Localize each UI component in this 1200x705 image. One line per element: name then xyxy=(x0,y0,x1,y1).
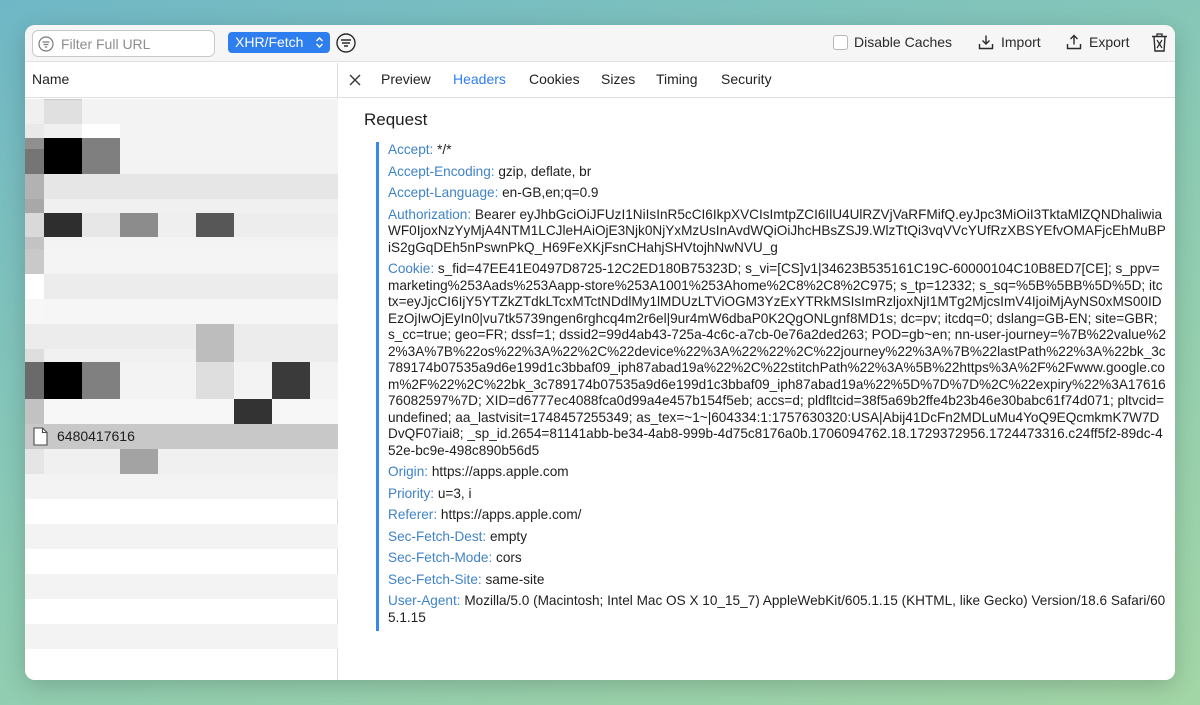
list-item[interactable] xyxy=(25,274,338,299)
header-row: Accept: */* xyxy=(388,142,1166,159)
url-filter[interactable] xyxy=(32,30,215,57)
header-value: Bearer eyJhbGciOiJFUzI1NiIsInR5cCI6IkpXV… xyxy=(388,206,1166,255)
network-toolbar: XHR/Fetch Disable Caches Import xyxy=(25,25,1175,62)
name-column-header[interactable]: Name xyxy=(25,63,337,98)
import-button[interactable]: Import xyxy=(978,34,1041,52)
header-value: https://apps.apple.com xyxy=(431,464,569,479)
filter-options-icon[interactable] xyxy=(336,33,356,53)
list-item[interactable] xyxy=(25,624,338,649)
filter-icon xyxy=(38,36,54,52)
list-item[interactable] xyxy=(25,574,338,599)
list-item[interactable] xyxy=(25,124,338,149)
header-row: Origin: https://apps.apple.com xyxy=(388,464,1166,481)
header-value: s_fid=47EE41E0497D8725-12C2ED180B75323D;… xyxy=(388,261,1167,458)
resource-type-select[interactable]: XHR/Fetch xyxy=(228,32,330,53)
header-value: u=3, i xyxy=(437,485,472,501)
header-row: Accept-Encoding: gzip, deflate, br xyxy=(388,164,1166,181)
import-icon xyxy=(978,35,994,50)
import-label: Import xyxy=(1001,34,1041,50)
updown-chevron-icon xyxy=(316,37,323,48)
header-key: Priority: xyxy=(388,485,435,501)
clear-log-trash-icon[interactable] xyxy=(1151,33,1168,52)
details-tab-bar: Preview Headers Cookies Sizes Timing Sec… xyxy=(339,63,1175,98)
header-value: https://apps.apple.com/ xyxy=(440,507,582,522)
tab-sizes[interactable]: Sizes xyxy=(601,71,635,87)
header-key: Sec-Fetch-Dest: xyxy=(388,528,487,544)
header-value: cors xyxy=(496,550,522,565)
list-item[interactable] xyxy=(25,174,338,199)
header-value: Mozilla/5.0 (Macintosh; Intel Mac OS X 1… xyxy=(388,593,1166,625)
list-item[interactable] xyxy=(25,499,338,524)
list-item[interactable] xyxy=(25,524,338,549)
header-value: gzip, deflate, br xyxy=(498,163,592,179)
header-row: Cookie: s_fid=47EE41E0497D8725-12C2ED180… xyxy=(388,261,1166,459)
export-icon xyxy=(1066,34,1082,50)
request-list-pane: Name 6480417616 xyxy=(25,63,338,680)
tab-security[interactable]: Security xyxy=(721,71,772,87)
list-item[interactable] xyxy=(25,374,338,399)
list-item[interactable] xyxy=(25,199,338,224)
header-row: Authorization: Bearer eyJhbGciOiJFUzI1Ni… xyxy=(388,207,1166,257)
request-details-pane: Preview Headers Cookies Sizes Timing Sec… xyxy=(339,63,1175,680)
header-key: Authorization: xyxy=(388,206,472,222)
header-row: Sec-Fetch-Mode: cors xyxy=(388,550,1166,567)
list-item[interactable] xyxy=(25,449,338,474)
header-value: same-site xyxy=(485,571,545,587)
header-row: Sec-Fetch-Dest: empty xyxy=(388,529,1166,546)
header-row: Sec-Fetch-Site: same-site xyxy=(388,572,1166,589)
header-key: Accept-Encoding: xyxy=(388,163,495,179)
header-key: Referer: xyxy=(388,507,438,522)
export-label: Export xyxy=(1089,34,1130,50)
disable-caches-label: Disable Caches xyxy=(854,34,953,50)
header-value: en-GB,en;q=0.9 xyxy=(502,185,599,200)
header-row: Accept-Language: en-GB,en;q=0.9 xyxy=(388,185,1166,202)
list-item[interactable] xyxy=(25,224,338,249)
url-filter-input[interactable] xyxy=(59,34,209,54)
disable-caches-toggle[interactable]: Disable Caches xyxy=(833,34,952,52)
web-inspector-window: XHR/Fetch Disable Caches Import xyxy=(25,25,1175,680)
request-section-title: Request xyxy=(364,110,428,129)
disable-caches-checkbox[interactable] xyxy=(833,35,848,50)
header-row: Priority: u=3, i xyxy=(388,486,1166,503)
header-key: Sec-Fetch-Site: xyxy=(388,571,482,587)
list-item[interactable] xyxy=(25,599,338,624)
header-key: Accept-Language: xyxy=(388,185,499,200)
export-button[interactable]: Export xyxy=(1066,34,1129,52)
tab-preview[interactable]: Preview xyxy=(381,71,431,87)
header-row: Referer: https://apps.apple.com/ xyxy=(388,507,1166,524)
list-item[interactable] xyxy=(25,649,338,674)
tab-cookies[interactable]: Cookies xyxy=(529,71,580,87)
tab-timing[interactable]: Timing xyxy=(656,71,698,87)
file-icon xyxy=(33,427,48,446)
selected-request-name: 6480417616 xyxy=(57,428,135,444)
close-icon[interactable] xyxy=(348,73,362,87)
list-item[interactable] xyxy=(25,549,338,574)
list-item[interactable] xyxy=(25,99,338,124)
list-item[interactable] xyxy=(25,474,338,499)
tab-headers[interactable]: Headers xyxy=(453,71,506,87)
header-value: empty xyxy=(489,528,528,544)
list-item[interactable] xyxy=(25,324,338,349)
list-item[interactable] xyxy=(25,149,338,174)
header-key: Cookie: xyxy=(388,261,435,276)
list-item[interactable] xyxy=(25,249,338,274)
request-list: 6480417616 xyxy=(25,99,338,680)
resource-type-label: XHR/Fetch xyxy=(235,34,304,50)
header-key: Accept: xyxy=(388,142,434,157)
request-headers-list: Accept: */* Accept-Encoding: gzip, defla… xyxy=(376,142,1166,631)
header-row: User-Agent: Mozilla/5.0 (Macintosh; Inte… xyxy=(388,593,1166,626)
list-item[interactable] xyxy=(25,299,338,324)
list-item[interactable] xyxy=(25,399,338,424)
header-key: Origin: xyxy=(388,464,429,479)
header-value: */* xyxy=(437,142,452,157)
selected-request-row[interactable]: 6480417616 xyxy=(25,424,338,449)
list-item[interactable] xyxy=(25,349,338,374)
header-key: User-Agent: xyxy=(388,593,461,608)
header-key: Sec-Fetch-Mode: xyxy=(388,550,493,565)
